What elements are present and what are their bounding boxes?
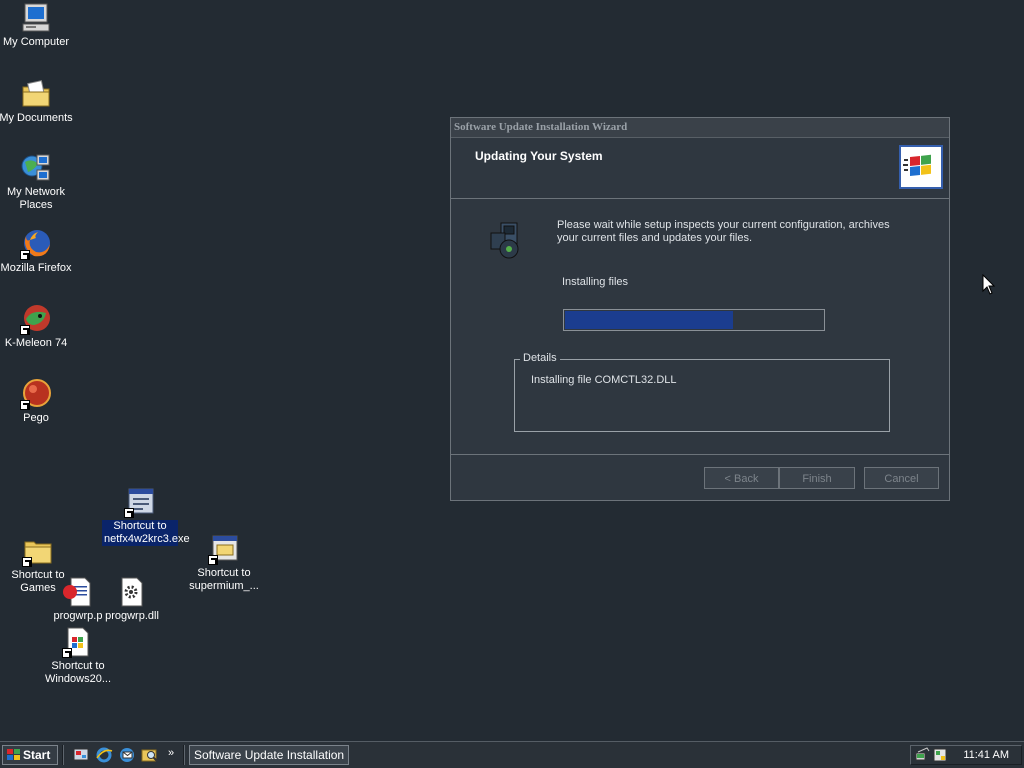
taskbar-button-software-update[interactable]: Software Update Installation ...	[189, 745, 349, 765]
shortcut-arrow-icon	[20, 400, 30, 410]
desktop-icon-my-documents[interactable]: My Documents	[0, 78, 76, 125]
start-button[interactable]: Start	[2, 745, 58, 765]
shortcut-arrow-icon	[124, 508, 134, 518]
details-text: Installing file COMCTL32.DLL	[531, 374, 677, 386]
network-connection-icon[interactable]	[915, 747, 931, 763]
desktop-icon-label: Pego	[23, 412, 49, 424]
documents-folder-icon	[20, 78, 52, 110]
wizard-heading: Updating Your System	[475, 149, 603, 163]
windows-logo-icon	[899, 145, 943, 189]
explorer-search-icon[interactable]	[141, 746, 159, 764]
details-groupbox: Details Installing file COMCTL32.DLL	[514, 352, 890, 432]
clock[interactable]: 11:41 AM	[963, 749, 1009, 761]
taskbar-divider	[183, 745, 185, 765]
desktop-icon-my-computer[interactable]: My Computer	[0, 2, 76, 49]
desktop-icon-label: K-Meleon 74	[4, 337, 68, 349]
desktop-icon-my-network-places[interactable]: My Network Places	[0, 152, 76, 212]
windows-flag-document-icon	[62, 626, 94, 658]
desktop-icon-progwrp-dll[interactable]: progwrp.dll	[92, 576, 172, 623]
taskbar: Start » Software Update Installation ...…	[0, 741, 1024, 768]
desktop-icon-label: Shortcut to Windows20...	[44, 660, 112, 685]
finish-button[interactable]: Finish	[779, 467, 855, 489]
taskbar-divider	[62, 745, 64, 765]
k-meleon-icon	[20, 303, 52, 335]
desktop-icon-label: Mozilla Firefox	[0, 262, 72, 274]
computer-icon	[20, 2, 52, 34]
desktop-icon-k-meleon[interactable]: K-Meleon 74	[0, 303, 76, 350]
shortcut-arrow-icon	[22, 557, 32, 567]
details-legend: Details	[520, 352, 560, 364]
install-status-label: Installing files	[562, 276, 629, 288]
desktop-icon-windows-shortcut[interactable]: Shortcut to Windows20...	[38, 626, 118, 686]
pego-icon	[20, 378, 52, 410]
shortcut-arrow-icon	[62, 648, 72, 658]
folder-icon	[22, 535, 54, 567]
back-button[interactable]: < Back	[704, 467, 779, 489]
desktop-icon-supermium-shortcut[interactable]: Shortcut to supermium_...	[184, 533, 264, 593]
desktop-icon-label: Shortcut to supermium_...	[189, 567, 259, 592]
window-title[interactable]: Software Update Installation Wizard	[451, 118, 949, 138]
network-globe-icon	[20, 152, 52, 184]
shortcut-arrow-icon	[20, 250, 30, 260]
shortcut-arrow-icon	[208, 555, 218, 565]
dll-gear-file-icon	[116, 576, 148, 608]
mouse-pointer-icon	[982, 273, 996, 296]
show-desktop-icon[interactable]	[72, 746, 90, 764]
windows-flag-icon	[7, 749, 20, 760]
outlook-express-icon[interactable]	[118, 746, 136, 764]
desktop-icon-mozilla-firefox[interactable]: Mozilla Firefox	[0, 228, 76, 275]
wizard-description: Please wait while setup inspects your cu…	[557, 219, 890, 244]
progress-fill	[565, 311, 733, 329]
install-progress-bar	[563, 309, 825, 331]
installer-window-icon	[124, 486, 156, 518]
desktop-icon-pego[interactable]: Pego	[0, 378, 76, 425]
shortcut-arrow-icon	[20, 325, 30, 335]
desktop-icon-label: progwrp.dll	[105, 610, 159, 622]
button-separator	[451, 454, 949, 455]
desktop-icon-label: My Documents	[0, 112, 73, 124]
desktop-icon-label: Shortcut to netfx4w2krc3.exe	[102, 520, 190, 546]
firefox-icon	[20, 228, 52, 260]
document-icon	[62, 576, 94, 608]
cancel-button[interactable]: Cancel	[864, 467, 939, 489]
quick-launch-more-button[interactable]: »	[168, 747, 174, 759]
wizard-header: Updating Your System	[451, 138, 949, 199]
desktop-icon-label: My Computer	[2, 36, 70, 48]
system-tray: 11:41 AM	[910, 745, 1022, 765]
installer-window-icon	[208, 533, 240, 565]
desktop-icon-label: My Network Places	[6, 186, 66, 211]
wizard-body: Please wait while setup inspects your cu…	[451, 199, 949, 454]
internet-explorer-icon[interactable]	[95, 746, 113, 764]
update-installer-tray-icon[interactable]	[932, 747, 948, 763]
start-label: Start	[23, 748, 51, 762]
setup-computer-icon	[489, 221, 525, 261]
desktop-icon-netfx-shortcut[interactable]: Shortcut to netfx4w2krc3.exe	[100, 486, 190, 546]
setup-wizard-window[interactable]: Software Update Installation Wizard Upda…	[450, 117, 950, 501]
